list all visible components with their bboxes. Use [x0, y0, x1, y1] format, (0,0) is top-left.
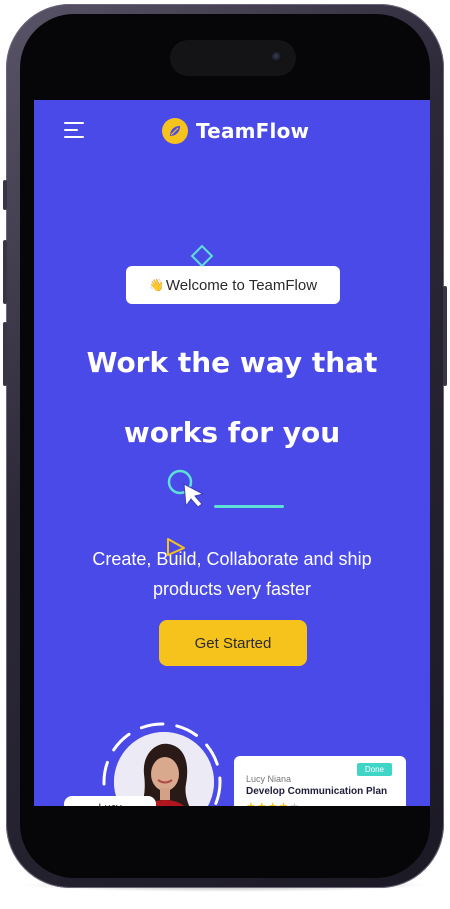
underline-decoration — [214, 505, 284, 508]
subtitle-line-2: products very faster — [152, 579, 312, 599]
task-title: Develop Communication Plan — [246, 786, 388, 797]
rating-stars: ★★★★★ — [246, 800, 394, 806]
cursor-icon — [167, 469, 205, 508]
subtitle-line-1: Create, Build, Collaborate and ship — [92, 549, 372, 569]
front-camera — [272, 52, 282, 62]
menu-icon[interactable] — [64, 122, 86, 140]
get-started-button[interactable]: Get Started — [159, 620, 307, 666]
power-button — [443, 286, 447, 386]
task-card[interactable]: Done Lucy Niana Develop Communication Pl… — [234, 756, 406, 806]
volume-down-button — [3, 322, 7, 386]
star-filled-icon: ★ — [257, 800, 268, 806]
wave-icon: 👋 — [148, 278, 164, 292]
status-badge: Done — [356, 763, 392, 776]
brand[interactable]: TeamFlow — [162, 116, 309, 146]
welcome-badge: 👋 Welcome to TeamFlow — [126, 266, 340, 304]
star-empty-icon: ★ — [290, 800, 301, 806]
phone-frame: TeamFlow 👋 Welcome to TeamFlow Work the … — [3, 4, 447, 888]
headline-line-1: Work the way that — [86, 346, 378, 379]
volume-up-button — [3, 240, 7, 304]
name-chip: Lucy — [64, 796, 156, 806]
star-filled-icon: ★ — [279, 800, 290, 806]
welcome-text: Welcome to TeamFlow — [165, 276, 318, 294]
dynamic-island — [170, 40, 296, 76]
action-button — [3, 180, 7, 210]
brand-name: TeamFlow — [196, 119, 310, 143]
star-filled-icon: ★ — [246, 800, 257, 806]
hero-subtitle: Create, Build, Collaborate and ship prod… — [54, 544, 410, 604]
phone-bezel: TeamFlow 👋 Welcome to TeamFlow Work the … — [20, 14, 430, 878]
star-filled-icon: ★ — [268, 800, 279, 806]
logo-icon — [162, 118, 188, 144]
app-screen: TeamFlow 👋 Welcome to TeamFlow Work the … — [34, 100, 430, 806]
headline-line-2: works for you — [123, 416, 341, 449]
